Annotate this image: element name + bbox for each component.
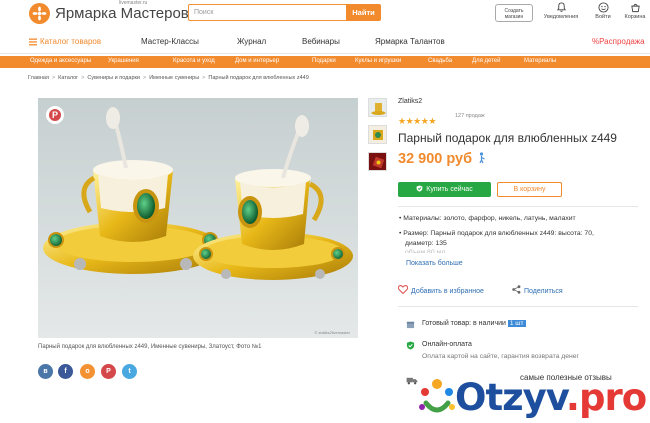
materials-line: • Материалы: золото, фарфор, никель, лат… [399,215,576,222]
cart-label: Корзина [624,14,646,20]
breadcrumb-named-souvenirs[interactable]: Именные сувениры [149,75,199,81]
box-icon [406,321,415,329]
category-kids[interactable]: Для детей [472,58,501,64]
online-payment-subtitle: Оплата картой на сайте, гарантия возврат… [422,353,580,360]
search-button[interactable]: Найти [346,4,381,21]
category-materials[interactable]: Материалы [524,58,556,64]
pinterest-icon: P [49,109,61,121]
shield-check-icon [416,185,423,192]
breadcrumb-home[interactable]: Главная [28,75,49,81]
menu-icon [29,38,37,46]
breadcrumb-current: Парный подарок для влюбленных z449 [208,75,309,81]
nav-catalog[interactable]: Каталог товаров [40,37,101,46]
buy-now-label: Купить сейчас [426,186,473,193]
price-value: 32 900 руб [398,151,473,167]
thumbnail-2[interactable] [368,125,387,144]
main-nav: Каталог товаров Мастер-Классы Журнал Веб… [0,32,650,54]
category-clothing[interactable]: Одежда и аксессуары [30,58,91,64]
nav-webinars[interactable]: Вебинары [302,37,340,46]
stock-label: Готовый товар: в наличии [422,320,506,327]
product-photo-drawing [38,98,358,338]
share-button[interactable]: Поделиться [512,285,563,295]
login-button[interactable]: Войти [588,2,618,20]
share-icon [512,285,521,294]
person-icon [479,152,485,164]
size-line: • Размер: Парный подарок для влюбленных … [399,230,594,237]
favorites-label: Добавить в избранное [411,288,484,295]
buy-now-button[interactable]: Купить сейчас [398,182,491,197]
logo-icon[interactable] [29,3,50,24]
rating-stars: ★★★★★ [398,111,436,129]
stock-status: Готовый товар: в наличии 1 шт [422,320,526,327]
category-bar: Одежда и аксессуары Украшения Красота и … [0,56,650,68]
create-shop-label-2: магазин [504,14,524,20]
otzyv-logo: Otzyv.pro [455,376,647,419]
logo-text[interactable]: Ярмарка Мастеров [55,5,189,22]
show-more-link[interactable]: Показать больше [406,260,463,267]
category-beauty[interactable]: Красота и уход [173,58,215,64]
nav-sale[interactable]: %Распродажа [592,37,645,46]
facebook-icon[interactable]: f [58,364,73,379]
category-gifts[interactable]: Подарки [312,58,336,64]
login-label: Войти [595,14,611,20]
size-volume: объем 80 мл [405,249,446,253]
heart-icon [397,285,409,295]
star-icon: ★ [413,116,421,126]
smile-icon [597,2,609,13]
otzyv-logo-main: Otzyv [455,376,567,419]
delivery-divider [398,306,638,307]
photo-watermark: © zlatiks2livemaster [314,330,350,335]
nav-talents[interactable]: Ярмарка Талантов [375,37,445,46]
category-home[interactable]: Дом и интерьер [235,58,279,64]
seller-name[interactable]: Zlatiks2 [398,98,422,105]
notifications-label: Уведомления [543,14,579,20]
vk-icon[interactable]: в [38,364,53,379]
delivery-truck-icon [406,377,418,385]
create-shop-button[interactable]: Создать магазин [495,4,533,22]
product-title: Парный подарок для влюбленных z449 [398,131,617,145]
thumbnail-3[interactable] [368,152,387,171]
nav-divider [0,53,650,54]
breadcrumb: Главная > Каталог > Сувениры и подарки > Именн… [28,75,309,81]
nav-master-classes[interactable]: Мастер-Классы [141,37,199,46]
search-input[interactable]: Поиск [188,4,346,21]
pinterest-save-button[interactable]: P [46,106,64,124]
basket-icon [630,3,640,13]
star-icon: ★ [398,116,406,126]
add-to-cart-button[interactable]: В корзину [497,182,562,197]
size-text: Размер: Парный подарок для влюбленных z4… [403,230,594,237]
share-label: Поделиться [524,288,563,295]
sales-count[interactable]: 127 продаж [455,113,485,119]
notifications-button[interactable]: Уведомления [538,2,584,20]
breadcrumb-souvenirs[interactable]: Сувениры и подарки [87,75,140,81]
otzyv-logo-dot: . [565,376,580,419]
online-payment-title: Онлайн-оплата [422,341,472,348]
materials-text: Материалы: золото, фарфор, никель, латун… [403,215,576,222]
thumbnail-1[interactable] [368,98,387,117]
cart-button[interactable]: Корзина [620,2,650,20]
stock-qty-badge: 1 шт [507,320,526,327]
nav-journal[interactable]: Журнал [237,37,266,46]
site-header: livemaster.ru Ярмарка Мастеров Поиск Най… [0,0,650,28]
otzyv-mascot-icon [419,379,455,413]
secure-payment-icon [406,341,415,350]
product-price: 32 900 руб [398,151,487,167]
bell-icon [556,2,566,12]
photo-caption: Парный подарок для влюбленных z449, Имен… [38,344,262,350]
pinterest-share-icon[interactable]: P [101,364,116,379]
otzyv-logo-pro: pro [578,376,647,419]
product-photo[interactable]: P © zlatiks2livemaster [38,98,358,338]
twitter-icon[interactable]: t [122,364,137,379]
info-divider [398,206,638,207]
breadcrumb-catalog[interactable]: Каталог [58,75,78,81]
category-wedding[interactable]: Свадьба [428,58,452,64]
category-dolls[interactable]: Куклы и игрушки [355,58,401,64]
odnoklassniki-icon[interactable]: о [80,364,95,379]
star-icon: ★ [428,116,436,126]
category-jewelry[interactable]: Украшения [108,58,139,64]
add-to-favorites-button[interactable]: Добавить в избранное [397,285,484,295]
